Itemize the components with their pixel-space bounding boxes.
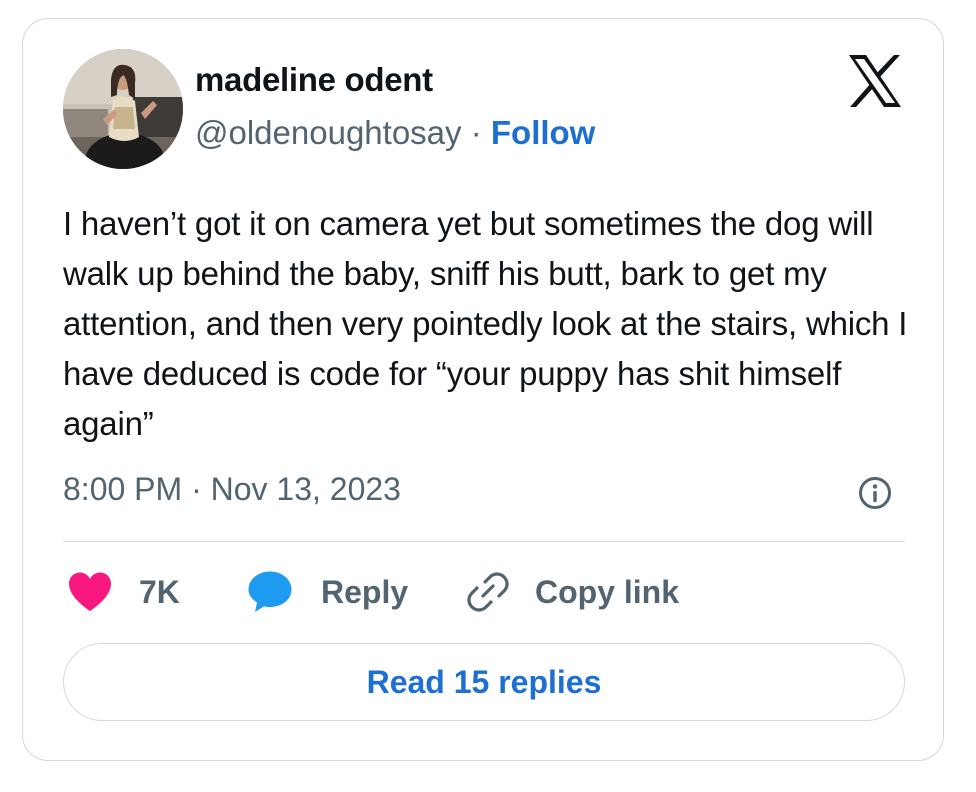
- tweet-timestamp[interactable]: 8:00 PM · Nov 13, 2023: [63, 471, 401, 508]
- speech-bubble-icon: [248, 571, 292, 612]
- like-count: 7K: [139, 573, 180, 610]
- reply-button[interactable]: Reply: [247, 567, 408, 617]
- like-button[interactable]: 7K: [67, 567, 180, 617]
- tweet-text: I haven’t got it on camera yet but somet…: [63, 205, 908, 442]
- copy-link-button[interactable]: Copy link: [463, 567, 679, 617]
- copy-link-label: Copy link: [535, 573, 680, 610]
- divider: [63, 541, 905, 542]
- author-handle[interactable]: @oldenoughtosay: [195, 114, 462, 151]
- info-icon[interactable]: [857, 475, 893, 511]
- heart-icon: [69, 572, 111, 611]
- follow-button[interactable]: Follow: [491, 114, 595, 151]
- separator-dot: ·: [470, 114, 482, 151]
- author-display-name[interactable]: madeline odent: [195, 61, 433, 99]
- link-icon: [467, 572, 509, 612]
- read-replies-button[interactable]: Read 15 replies: [63, 643, 905, 721]
- x-logo-icon[interactable]: [845, 53, 905, 109]
- tweet-card: madeline odent @oldenoughtosay · Follow …: [22, 18, 944, 761]
- reply-label: Reply: [321, 573, 409, 610]
- avatar[interactable]: [63, 49, 183, 169]
- author-handle-row: @oldenoughtosay · Follow: [195, 114, 595, 152]
